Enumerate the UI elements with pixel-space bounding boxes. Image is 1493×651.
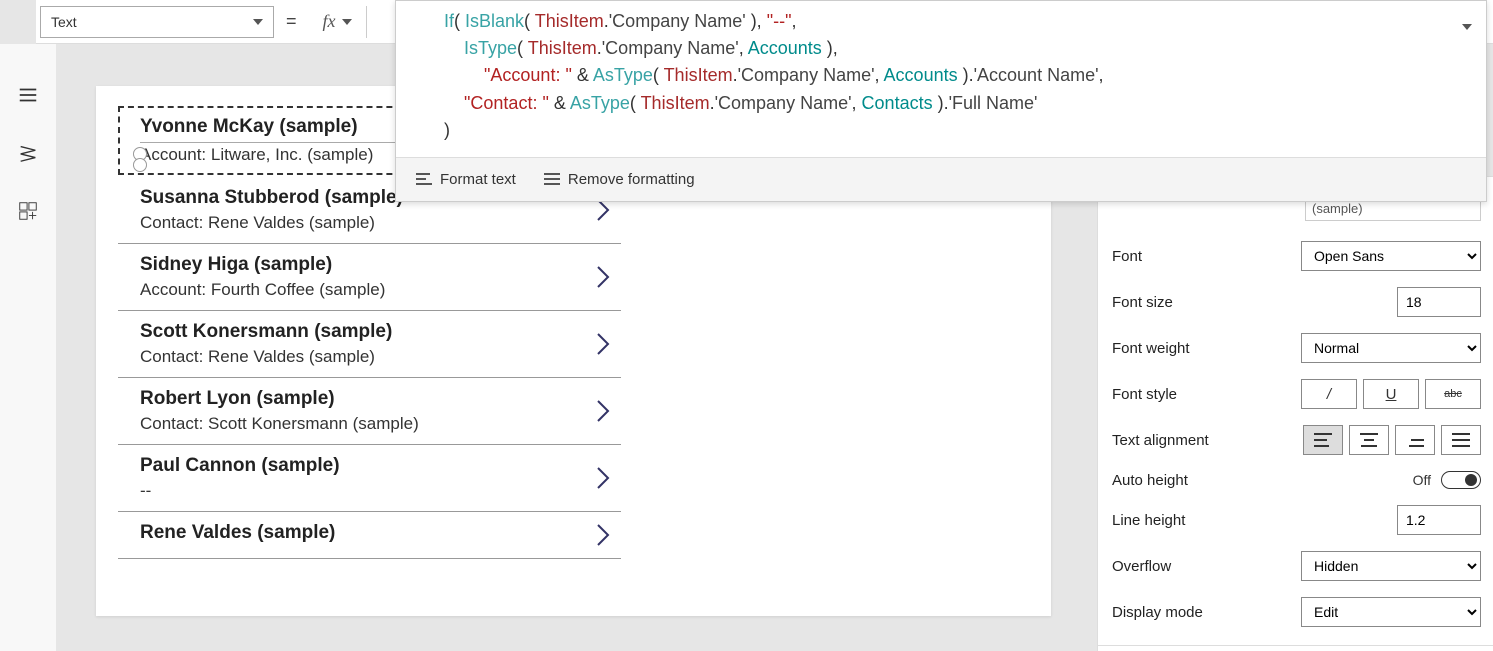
row-subtitle: Contact: Scott Konersmann (sample) [140,414,621,434]
font-select[interactable]: Open Sans [1301,241,1481,271]
formula-toolbar: Format text Remove formatting [396,157,1486,201]
row-title: Paul Cannon (sample) [140,455,621,477]
gallery-row[interactable]: Sidney Higa (sample) Account: Fourth Coff… [118,244,621,311]
fontweight-select[interactable]: Normal [1301,333,1481,363]
prop-overflow-label: Overflow [1112,558,1171,575]
row-subtitle: Contact: Rene Valdes (sample) [140,347,621,367]
gallery-row[interactable]: Scott Konersmann (sample) Contact: Rene V… [118,311,621,378]
tree-view-icon[interactable] [17,142,39,164]
displaymode-select[interactable]: Edit [1301,597,1481,627]
align-left-button[interactable] [1303,425,1343,455]
row-title: Sidney Higa (sample) [140,254,621,276]
gallery-row[interactable]: Robert Lyon (sample) Contact: Scott Koner… [118,378,621,445]
hamburger-icon[interactable] [17,84,39,106]
italic-button[interactable]: / [1301,379,1357,409]
strikethrough-button[interactable]: abc [1425,379,1481,409]
prop-fontstyle-label: Font style [1112,386,1177,403]
overflow-select[interactable]: Hidden [1301,551,1481,581]
format-text-icon [416,172,432,186]
selection-handle[interactable] [133,158,147,172]
formula-editor[interactable]: If( IsBlank( ThisItem.'Company Name' ), … [396,1,1486,157]
prop-lineheight-label: Line height [1112,512,1185,529]
underline-button[interactable]: U [1363,379,1419,409]
chevron-down-icon [253,19,263,25]
prop-font-label: Font [1112,248,1142,265]
format-text-button[interactable]: Format text [416,171,516,188]
collapse-formula-icon[interactable] [1462,17,1472,33]
autoheight-toggle[interactable] [1441,471,1481,489]
autoheight-state: Off [1413,472,1431,488]
align-justify-button[interactable] [1441,425,1481,455]
property-selector[interactable]: Text [40,6,274,38]
chevron-right-icon[interactable] [593,263,613,291]
row-title: Scott Konersmann (sample) [140,321,621,343]
prop-autoheight-label: Auto height [1112,472,1188,489]
chevron-right-icon[interactable] [593,464,613,492]
row-title: Rene Valdes (sample) [140,522,621,544]
chevron-right-icon[interactable] [593,397,613,425]
gallery-row[interactable]: Paul Cannon (sample) -- [118,445,621,512]
row-subtitle: Contact: Rene Valdes (sample) [140,213,621,233]
row-subtitle: Account: Fourth Coffee (sample) [140,280,621,300]
chevron-down-icon [342,19,352,25]
chevron-right-icon[interactable] [593,521,613,549]
remove-formatting-icon [544,172,560,186]
prop-displaymode-label: Display mode [1112,604,1203,621]
formula-bar-panel: If( IsBlank( ThisItem.'Company Name' ), … [395,0,1487,202]
prop-fontsize-label: Font size [1112,294,1173,311]
prop-fontweight-label: Font weight [1112,340,1190,357]
prop-textalign-label: Text alignment [1112,432,1209,449]
insert-icon[interactable] [17,200,39,222]
property-selector-label: Text [51,14,77,30]
fontsize-input[interactable] [1397,287,1481,317]
gallery-row[interactable]: Rene Valdes (sample) [118,512,621,559]
equals-sign: = [286,11,297,32]
properties-panel: Text Account: Litware, Inc. (sample) Fon… [1097,176,1493,651]
align-center-button[interactable] [1349,425,1389,455]
row-title: Robert Lyon (sample) [140,388,621,410]
align-right-button[interactable] [1395,425,1435,455]
row-subtitle: -- [140,481,621,501]
remove-formatting-button[interactable]: Remove formatting [544,171,695,188]
lineheight-input[interactable] [1397,505,1481,535]
fx-button[interactable]: fx [309,6,367,38]
chevron-right-icon[interactable] [593,330,613,358]
left-rail [0,44,56,651]
